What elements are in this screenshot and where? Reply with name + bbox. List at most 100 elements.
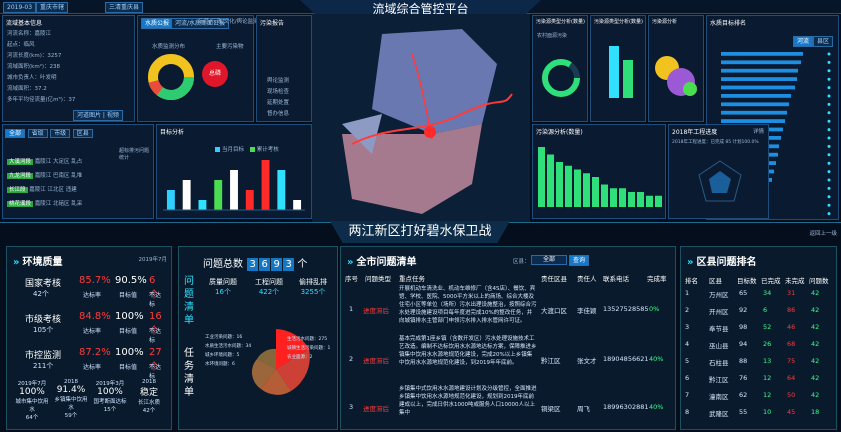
panel-title: 污染源类型分析(数量)	[536, 19, 585, 25]
table-row[interactable]: 2 进度滞后 基本完成第1座乡镇（含数开发区）污水处理设施技术工艺改造。编制不达…	[345, 335, 673, 381]
region-map[interactable]	[312, 14, 530, 222]
target-bar-chart	[163, 160, 305, 211]
bubble-small	[683, 82, 697, 96]
tab-river[interactable]: 河流	[793, 36, 814, 47]
table-cell: 7	[685, 391, 690, 399]
back-link[interactable]: 返回上一级	[809, 229, 837, 237]
table-cell: 开州区	[709, 308, 729, 316]
table-cell: 1	[685, 289, 690, 297]
table-cell: 4	[685, 340, 690, 348]
list-item[interactable]: 九龙河段 嘉陵江 巴南区 乱堆	[7, 169, 82, 183]
pollution-source-panel: 污染源分析	[648, 15, 704, 122]
section-title: 全市问题清单	[347, 253, 416, 268]
notice-item[interactable]: 督办信息	[267, 109, 289, 120]
rose-labels-right: 生活污水问题：275 城镇生活污染问题：1 农业面源：2	[287, 337, 331, 360]
district-label: 区县：	[513, 259, 530, 265]
table-row[interactable]: 3 进度滞后 乡镇集中式饮用水水源地建设计划及分级管控，全面推进乡镇集中饮用水水…	[345, 385, 673, 425]
county-tab[interactable]: 三清重庆县	[105, 2, 144, 13]
rank-bar	[721, 68, 798, 73]
panel-title: 流域基本信息	[6, 20, 43, 27]
bar	[230, 170, 238, 210]
sub-label: 农村面源污染	[537, 33, 568, 39]
table-cell: 31	[787, 289, 796, 297]
date-tab[interactable]: 2019-03	[3, 2, 37, 13]
table-cell: 52	[763, 323, 772, 331]
table-cell: 武隆区	[709, 410, 729, 418]
tab-admin[interactable]: 行政	[211, 19, 222, 25]
table-cell: 12	[763, 374, 772, 382]
table-cell: 42	[811, 340, 820, 348]
tab-issue-list[interactable]: 问题清单	[182, 275, 196, 327]
table-cell: 18	[811, 408, 820, 416]
engineering-panel: 2018年工程进度 详情 2018年工程进度：已完成 85 计划100.0%	[668, 124, 769, 219]
pollution-type-panel: 污染源类型分析(数量) 农村面源污染	[532, 15, 588, 122]
region-tab[interactable]: 重庆市辖	[36, 2, 69, 13]
banner-title: 两江新区打好碧水保卫战	[330, 221, 510, 243]
tab-task-list[interactable]: 任务清单	[182, 347, 196, 399]
bar	[583, 173, 590, 207]
table-cell: 万州区	[709, 291, 729, 299]
tab-demo[interactable]: 示范	[198, 19, 209, 25]
table-cell: 92	[739, 306, 748, 314]
bar	[547, 154, 554, 207]
issue-total: 问题总数 3693 个	[203, 258, 308, 271]
table-cell: 65	[739, 289, 748, 297]
issue-rose-chart	[251, 329, 310, 395]
rank-dot	[827, 144, 831, 148]
notice-item[interactable]: 舆论监测	[267, 76, 289, 87]
table-cell: 42	[811, 323, 820, 331]
district-select[interactable]: 全部	[531, 255, 567, 265]
list-item[interactable]: 桃花溪段 嘉陵江 北碚区 乱采	[7, 197, 82, 211]
tab-district[interactable]: 区县	[72, 129, 93, 138]
tab-bulletin[interactable]: 水质公报	[141, 18, 174, 29]
bar	[592, 177, 599, 207]
rank-dot	[827, 153, 831, 157]
bar	[601, 184, 608, 207]
query-button[interactable]: 查询	[569, 255, 590, 266]
media-button[interactable]: 河道图片 | 视频	[73, 110, 123, 121]
rank-dot	[827, 170, 831, 174]
target-chart-panel: 目标分析 当月目标 累计考核	[156, 124, 312, 219]
bar	[293, 200, 302, 210]
table-row[interactable]: 8 武隆区 55 10 45 18	[685, 408, 835, 428]
pollution-count-panel: 污染源类型分析(数量)	[590, 15, 646, 122]
table-cell: 45	[787, 408, 796, 416]
mid-banner: 两江新区打好碧水保卫战 返回上一级	[0, 221, 841, 243]
table-cell: 64	[787, 374, 796, 382]
basin-rows: 河流名称：嘉陵江 起点：临风 河流长度(km)：3257 流域面积(km²)：2…	[7, 31, 76, 103]
water-quality-pie	[148, 54, 194, 100]
rank-bar	[721, 94, 791, 98]
tab-all[interactable]: 全部	[5, 129, 26, 138]
list-item[interactable]: 大溪河段 嘉陵江 大足区 乱占	[7, 155, 82, 169]
tab-county[interactable]: 县区	[813, 36, 834, 47]
table-cell: 8	[685, 408, 690, 416]
panel-title: 污染源分析	[652, 19, 678, 25]
section-list: 大溪河段 嘉陵江 大足区 乱占 九龙河段 嘉陵江 巴南区 乱堆 长江段 嘉陵江 …	[7, 155, 82, 211]
notice-item[interactable]: 延期处置	[267, 98, 289, 109]
bar	[556, 162, 563, 207]
rank-dot	[827, 203, 831, 207]
table-cell: 6	[685, 374, 690, 382]
rank-bar	[721, 52, 803, 56]
tab-city[interactable]: 市级	[50, 129, 71, 138]
rank-dot	[827, 94, 831, 98]
wq-tabs: 示范/行政/文化/舆论监测	[198, 19, 259, 25]
bar	[610, 188, 617, 207]
pollution-gauge	[542, 59, 580, 97]
detail-link[interactable]: 详情	[753, 127, 764, 135]
bar	[655, 195, 662, 207]
rank-dot	[827, 52, 831, 56]
rose-labels: 工业污染问题：16 水质生活污水问题：34 城乡环境问题：5 水环境问题：6	[205, 335, 252, 367]
table-cell: 46	[787, 323, 796, 331]
notice-item[interactable]: 现场检查	[267, 87, 289, 98]
tab-culture[interactable]: 文化	[224, 19, 235, 25]
table-row[interactable]: 1 进度滞后 开展机动车清洗业、机动车维修厂（含4S店）、餐饮、宾馆、学校、医院…	[345, 285, 673, 331]
bar	[538, 147, 545, 207]
rank-dot	[827, 128, 831, 132]
bar	[637, 192, 644, 207]
table-cell: 68	[787, 340, 796, 348]
list-item[interactable]: 长江段 嘉陵江 江北区 违建	[7, 183, 82, 197]
tab-province[interactable]: 省级	[27, 129, 48, 138]
rank-dot	[827, 136, 831, 140]
table-cell: 13	[763, 357, 772, 365]
